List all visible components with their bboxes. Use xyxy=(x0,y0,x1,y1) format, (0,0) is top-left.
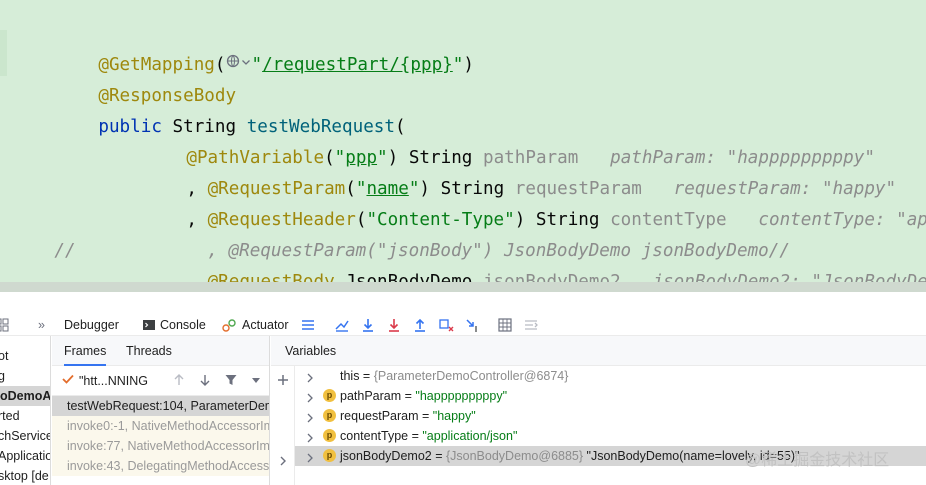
variables-header: Variables xyxy=(271,336,926,366)
step-over-icon[interactable] xyxy=(360,317,376,333)
list-item[interactable]: chService xyxy=(0,426,50,446)
code-line-requestbody: , @RequestBody JsonBodyDemo jsonBodyDemo… xyxy=(144,237,926,282)
menu-icon[interactable] xyxy=(300,317,316,333)
frame-item[interactable]: invoke:77, NativeMethodAccessorIm xyxy=(52,436,269,456)
chevron-down-icon[interactable] xyxy=(240,48,252,78)
tab-actuator[interactable]: Actuator xyxy=(242,314,289,336)
dropdown-arrow-icon[interactable] xyxy=(250,374,262,389)
list-item[interactable]: ot xyxy=(0,346,8,366)
add-watch-icon[interactable] xyxy=(276,373,290,390)
code-line-method-signature: public String testWebRequest( xyxy=(98,117,406,137)
collapse-icon[interactable] xyxy=(276,454,290,471)
frames-panel: Frames Threads "htt...NNING testWebReque… xyxy=(52,336,270,485)
list-item[interactable]: sktop [de xyxy=(0,466,49,485)
mapping-path-link[interactable]: /requestPart/{ppp} xyxy=(262,55,453,75)
panel-splitter[interactable] xyxy=(0,282,926,292)
tab-threads[interactable]: Threads xyxy=(126,336,172,366)
run-to-cursor-icon[interactable] xyxy=(464,317,480,333)
variable-row-contenttype[interactable]: p contentType = "application/json" xyxy=(295,426,926,446)
thread-selector[interactable]: "htt...NNING xyxy=(52,366,269,396)
parameter-icon: p xyxy=(323,409,336,422)
variable-row-this[interactable]: this = {ParameterDemoController@6874} xyxy=(295,366,926,386)
chevron-right-icon[interactable] xyxy=(305,450,315,470)
code-line-comment-body: , @RequestParam("jsonBody") JsonBodyDemo… xyxy=(207,241,790,261)
console-icon xyxy=(141,317,157,333)
variable-row-requestparam[interactable]: p requestParam = "happy" xyxy=(295,406,926,426)
tab-debugger[interactable]: Debugger xyxy=(64,314,119,336)
filter-icon[interactable] xyxy=(224,373,238,390)
evaluate-expression-icon[interactable] xyxy=(497,317,513,333)
trace-icon[interactable] xyxy=(523,317,539,333)
watermark: @稀土掘金技术社区 xyxy=(745,452,890,469)
step-out-icon[interactable] xyxy=(412,317,428,333)
variables-side-toolbar xyxy=(271,366,295,485)
layout-icon[interactable] xyxy=(0,317,10,333)
code-line-commented: // xyxy=(54,241,76,261)
editor-gutter-marker xyxy=(0,30,7,76)
frame-item[interactable]: invoke0:-1, NativeMethodAccessorIm xyxy=(52,416,269,436)
parameter-icon: p xyxy=(323,429,336,442)
frames-tab-bar: Frames Threads xyxy=(52,336,269,366)
code-line-responsebody: @ResponseBody xyxy=(56,51,236,106)
tab-console[interactable]: Console xyxy=(160,314,206,336)
list-item-selected[interactable]: oDemoAp xyxy=(0,386,50,406)
debug-toolbar: » Debugger Console Actuator xyxy=(0,314,926,336)
arrow-down-icon[interactable] xyxy=(198,373,212,390)
code-line-getmapping: @GetMapping("/requestPart/{ppp}") xyxy=(56,20,474,75)
parameter-icon: p xyxy=(323,389,336,402)
inline-value-hint: jsonBodyDemo2: "JsonBodyDemo xyxy=(652,272,926,282)
thread-label: "htt...NNING xyxy=(79,374,149,388)
parameter-icon: p xyxy=(323,449,336,462)
code-editor[interactable]: @GetMapping("/requestPart/{ppp}") @Respo… xyxy=(0,0,926,282)
frame-item[interactable]: invoke:43, DelegatingMethodAccess xyxy=(52,456,269,476)
show-execution-point-icon[interactable] xyxy=(334,317,350,333)
list-item[interactable]: rted xyxy=(0,406,20,426)
tab-frames[interactable]: Frames xyxy=(64,336,107,366)
checkmark-icon xyxy=(61,372,75,389)
services-tree: ot g oDemoAp rted chService Applicatio s… xyxy=(0,336,51,485)
code-line-requestheader: , @RequestHeader("Content-Type") String … xyxy=(144,175,926,230)
arrow-up-icon[interactable] xyxy=(172,373,186,390)
code-line-requestparam: , @RequestParam("name") String requestPa… xyxy=(186,179,897,199)
code-line-pathvariable: @PathVariable("ppp") String pathParam pa… xyxy=(186,148,875,168)
frame-item-selected[interactable]: testWebRequest:104, ParameterDem xyxy=(52,396,269,416)
more-tabs-chevron[interactable]: » xyxy=(38,314,45,336)
step-into-icon[interactable] xyxy=(386,317,402,333)
list-item[interactable]: g xyxy=(0,366,5,386)
actuator-icon xyxy=(221,317,237,333)
variable-row-pathparam[interactable]: p pathParam = "happpppppppy" xyxy=(295,386,926,406)
list-item[interactable]: Applicatio xyxy=(0,446,50,466)
drop-frame-icon[interactable] xyxy=(438,317,454,333)
